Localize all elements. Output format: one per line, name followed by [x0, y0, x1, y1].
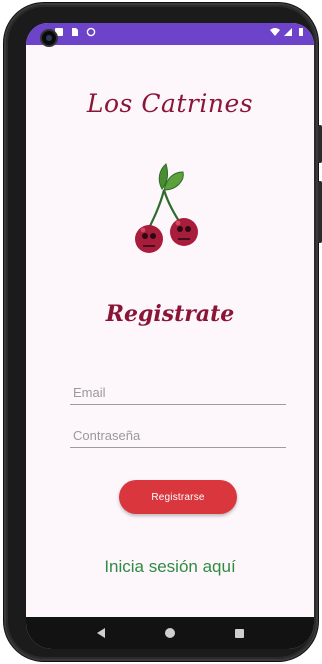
- register-button[interactable]: Registrarse: [119, 480, 237, 514]
- back-button[interactable]: [84, 621, 118, 645]
- sim-icon: [72, 28, 78, 36]
- password-field[interactable]: [70, 424, 286, 448]
- battery-icon: [299, 28, 303, 36]
- login-link[interactable]: Inicia sesión aquí: [26, 557, 314, 577]
- status-right-icons: [270, 27, 306, 37]
- brand-title: Los Catrines: [86, 89, 254, 118]
- back-icon: [96, 628, 105, 638]
- app-screen: Los Catrines Registrate Registrarse Inic…: [26, 23, 314, 649]
- register-heading: Registrate: [105, 301, 235, 327]
- status-left-icons: [54, 27, 96, 37]
- home-button[interactable]: [153, 621, 187, 645]
- recents-button[interactable]: [222, 621, 256, 645]
- signal-icon: [284, 28, 292, 36]
- recents-icon: [234, 628, 244, 638]
- power-button: [318, 181, 322, 243]
- phone-frame: Los Catrines Registrate Registrarse Inic…: [4, 3, 322, 661]
- cherry-skull-logo: [135, 163, 198, 253]
- home-icon: [164, 628, 175, 638]
- navigation-bar: [26, 617, 314, 649]
- volume-button: [318, 125, 322, 163]
- wifi-icon: [270, 28, 280, 36]
- email-field[interactable]: [70, 381, 286, 405]
- front-camera: [40, 29, 58, 47]
- sync-icon: [86, 27, 96, 37]
- status-bar: [26, 23, 314, 45]
